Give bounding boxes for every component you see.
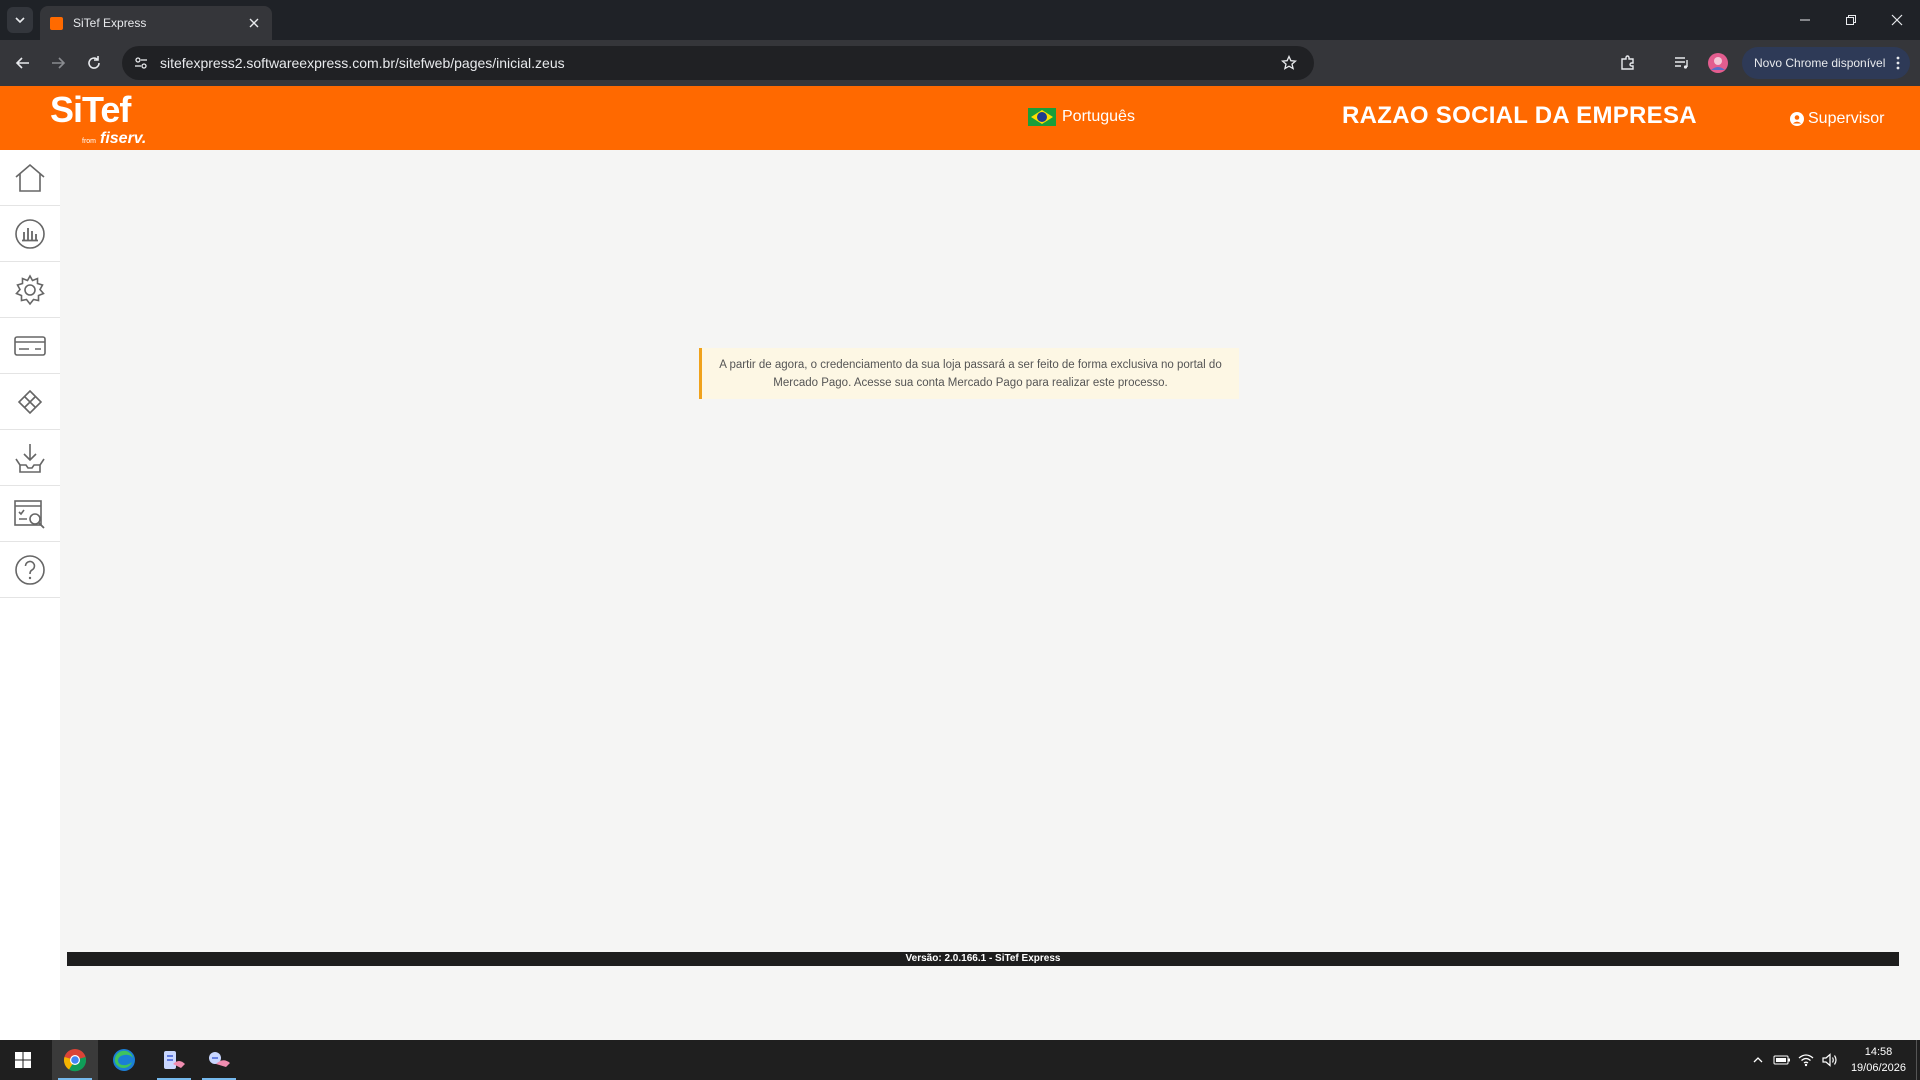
taskbar-app-2[interactable] [196, 1040, 242, 1080]
extensions-button[interactable] [1616, 51, 1640, 75]
app-header: SiTef from fiserv. Português RAZAO SOCIAL… [0, 86, 1920, 150]
report-search-icon [14, 499, 45, 529]
company-name: RAZAO SOCIAL DA EMPRESA [1342, 102, 1697, 129]
volume-button[interactable] [1819, 1049, 1841, 1071]
version-footer: Versão: 2.0.166.1 - SiTef Express [67, 952, 1899, 966]
minimize-icon [1800, 19, 1810, 21]
sidebar [0, 150, 60, 1040]
taskbar-clock[interactable]: 14:58 19/06/2026 [1851, 1044, 1906, 1076]
minimize-button[interactable] [1782, 0, 1828, 40]
notice-text: A partir de agora, o credenciamento da s… [719, 358, 1222, 389]
sitef-logo[interactable]: SiTef from fiserv. [50, 89, 146, 148]
browser-tab-strip: SiTef Express [0, 0, 1920, 40]
profile-button[interactable] [1706, 51, 1730, 75]
app-icon [209, 1052, 230, 1067]
reload-button[interactable] [82, 51, 106, 75]
tray-overflow-button[interactable] [1747, 1049, 1769, 1071]
mercado-pago-notice: A partir de agora, o credenciamento da s… [699, 348, 1239, 399]
browser-toolbar: sitefexpress2.softwareexpress.com.br/sit… [0, 40, 1920, 86]
windows-logo-icon [15, 1052, 31, 1068]
sitef-favicon-icon [50, 16, 63, 30]
sidebar-item-cards[interactable] [0, 318, 60, 374]
network-button[interactable] [1795, 1049, 1817, 1071]
chart-icon [15, 218, 45, 249]
bookmark-button[interactable] [1274, 48, 1304, 78]
taskbar-edge[interactable] [101, 1040, 147, 1080]
sidebar-item-settings[interactable] [0, 262, 60, 318]
user-circle-icon [1790, 112, 1804, 126]
restore-icon [1846, 15, 1856, 25]
user-name: Supervisor [1808, 110, 1885, 127]
gear-icon [15, 273, 45, 305]
chevron-down-icon [15, 17, 25, 24]
close-icon [1891, 14, 1903, 26]
help-icon [15, 554, 45, 585]
sidebar-item-home[interactable] [0, 150, 60, 206]
chrome-update-button[interactable]: Novo Chrome disponível [1742, 47, 1910, 79]
battery-icon [1773, 1055, 1790, 1065]
avatar-icon [1708, 53, 1728, 73]
playlist-icon [1675, 57, 1688, 69]
chrome-icon [63, 1049, 87, 1072]
user-menu[interactable]: Supervisor [1790, 110, 1884, 128]
logo-fiserv-text: fiserv. [100, 130, 147, 147]
tab-close-button[interactable] [246, 15, 262, 31]
edge-icon [113, 1049, 135, 1071]
taskbar-app-1[interactable] [151, 1040, 197, 1080]
logo-from-text: from [82, 138, 96, 145]
logo-main-text: SiTef [50, 89, 131, 130]
language-selector[interactable]: Português [1028, 108, 1135, 126]
star-icon [1281, 55, 1297, 70]
brazil-flag-icon [1028, 108, 1056, 126]
window-controls [1782, 0, 1920, 40]
sidebar-item-help[interactable] [0, 542, 60, 598]
diamond-icon [17, 389, 43, 414]
card-icon [14, 335, 46, 356]
sidebar-item-downloads[interactable] [0, 430, 60, 486]
arrow-left-icon [15, 57, 29, 69]
clock-time: 14:58 [1864, 1046, 1893, 1058]
clock-date: 19/06/2026 [1850, 1062, 1906, 1074]
url-text[interactable]: sitefexpress2.softwareexpress.com.br/sit… [160, 55, 1274, 71]
tab-search-button[interactable] [7, 7, 33, 33]
update-label: Novo Chrome disponível [1754, 56, 1886, 70]
system-tray: 14:58 19/06/2026 [1747, 1040, 1920, 1080]
more-vertical-icon [1896, 56, 1900, 70]
logo-sub: from fiserv. [82, 130, 146, 148]
sidebar-item-reports[interactable] [0, 206, 60, 262]
battery-button[interactable] [1771, 1049, 1793, 1071]
close-window-button[interactable] [1874, 0, 1920, 40]
tab-title: SiTef Express [73, 16, 147, 30]
tune-icon [135, 57, 147, 69]
site-info-button[interactable] [126, 48, 156, 78]
address-bar[interactable]: sitefexpress2.softwareexpress.com.br/sit… [122, 46, 1314, 80]
start-button[interactable] [0, 1040, 46, 1080]
chevron-up-icon [1753, 1057, 1763, 1063]
close-icon [249, 18, 259, 28]
sidebar-item-pix[interactable] [0, 374, 60, 430]
windows-taskbar: 14:58 19/06/2026 [0, 1040, 1920, 1080]
home-icon [15, 163, 45, 192]
reload-icon [88, 56, 100, 69]
taskbar-chrome[interactable] [52, 1040, 98, 1080]
sidebar-item-queries[interactable] [0, 486, 60, 542]
puzzle-icon [1621, 55, 1634, 70]
app-icon [164, 1051, 185, 1069]
speaker-icon [1822, 1053, 1837, 1067]
browser-tab[interactable]: SiTef Express [40, 6, 272, 40]
language-label: Português [1062, 108, 1135, 125]
wifi-icon [1798, 1054, 1814, 1067]
arrow-right-icon [52, 57, 66, 69]
media-control-button[interactable] [1670, 51, 1694, 75]
forward-button[interactable] [46, 51, 70, 75]
download-tray-icon [15, 443, 45, 473]
back-button[interactable] [11, 51, 35, 75]
show-desktop-button[interactable] [1916, 1040, 1920, 1080]
restore-button[interactable] [1828, 0, 1874, 40]
